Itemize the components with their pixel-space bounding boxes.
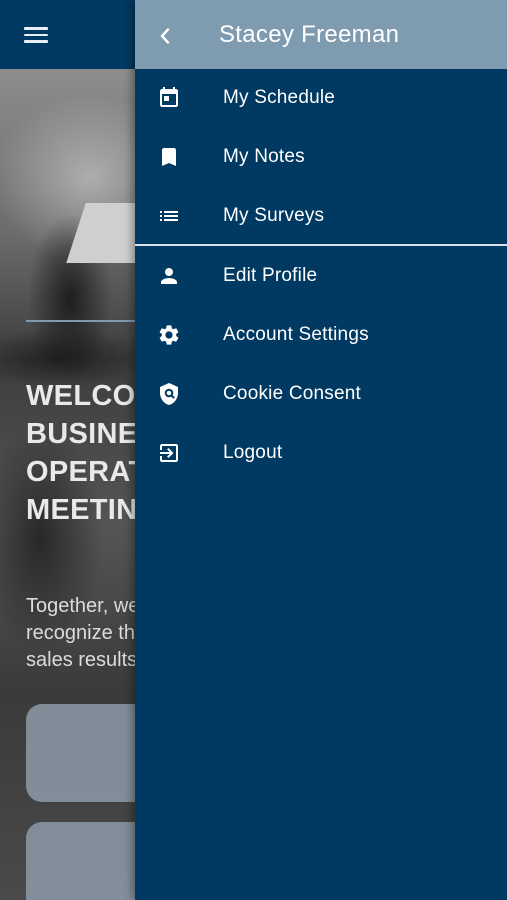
menu-item-label: My Schedule [223,87,336,108]
menu-item-my-schedule[interactable]: My Schedule [135,69,507,127]
menu-item-label: My Surveys [223,205,325,226]
menu-item-logout[interactable]: Logout [135,424,507,482]
shield-icon [160,383,178,405]
list-icon [160,211,178,221]
menu-icon[interactable] [24,25,48,45]
menu-item-account-settings[interactable]: Account Settings [135,306,507,364]
person-icon [161,268,177,284]
menu-item-my-surveys[interactable]: My Surveys [135,187,507,245]
gear-icon [159,325,179,345]
logout-icon [160,444,178,462]
menu-divider [135,244,507,246]
chevron-left-icon [160,28,170,44]
calendar-icon [160,87,178,107]
menu-item-label: My Notes [223,146,305,167]
back-button[interactable] [153,20,181,50]
bookmark-icon [162,148,176,166]
user-name: Stacey Freeman [219,21,400,48]
navigation-drawer: Stacey Freeman My Schedule My Notes My S… [135,0,507,900]
logo-divider [26,320,146,322]
menu-item-cookie-consent[interactable]: Cookie Consent [135,365,507,423]
menu-item-label: Edit Profile [223,265,318,286]
menu-item-my-notes[interactable]: My Notes [135,128,507,186]
drawer-header: Stacey Freeman [135,0,507,69]
menu-item-edit-profile[interactable]: Edit Profile [135,247,507,305]
menu-item-label: Cookie Consent [223,383,361,404]
menu-item-label: Account Settings [223,324,369,345]
menu-item-label: Logout [223,442,283,463]
